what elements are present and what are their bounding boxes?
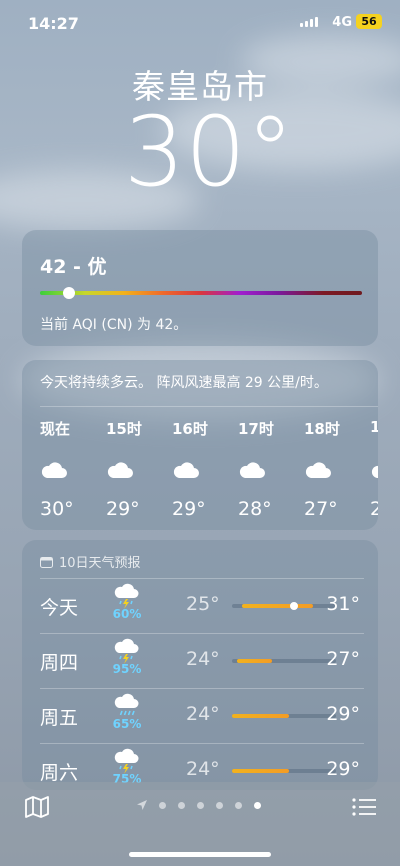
cloud-icon — [172, 440, 200, 498]
hour-label: 18时 — [304, 420, 340, 438]
daily-header: 10日天气预报 — [40, 552, 141, 571]
calendar-icon — [40, 556, 53, 568]
precip-chance: 95% — [112, 662, 142, 676]
temp-range-bar — [232, 769, 336, 773]
hour-item: 19 2 — [370, 418, 378, 520]
hour-item: 16时 29° — [172, 418, 238, 520]
hourly-forecast-card[interactable]: 今天将持续多云。 阵风风速最高 29 公里/时。 现在 30° 15时 29° … — [22, 360, 378, 530]
cloud-icon — [238, 440, 266, 498]
day-high: 29° — [326, 703, 360, 725]
aqi-scale-bar — [40, 291, 362, 295]
day-low: 24° — [186, 758, 220, 780]
hour-item: 18时 27° — [304, 418, 370, 520]
hour-temperature: 2 — [370, 498, 378, 520]
bottom-toolbar — [0, 782, 400, 866]
precip-chance: 65% — [112, 717, 142, 731]
precip-chance: 60% — [112, 607, 142, 621]
temp-range-bar — [232, 602, 336, 610]
hour-label: 17时 — [238, 420, 274, 438]
day-name: 周五 — [40, 707, 79, 729]
page-dot[interactable] — [178, 801, 185, 809]
hour-label: 15时 — [106, 420, 142, 438]
day-row[interactable]: 周五 65% 24° 29° — [22, 689, 378, 743]
aqi-value: 42 - 优 — [40, 256, 107, 278]
day-low: 25° — [186, 593, 220, 615]
hour-temperature: 29° — [106, 498, 140, 520]
page-dot[interactable] — [235, 801, 242, 809]
battery-icon: 56 — [356, 14, 382, 29]
day-name: 今天 — [40, 597, 79, 619]
daily-forecast-card[interactable]: 10日天气预报 今天 60% 25° 31° 周四 95% 24° 27° 周五… — [22, 540, 378, 790]
page-dot[interactable] — [197, 801, 204, 809]
temp-range-fill — [237, 659, 272, 663]
cloud-icon — [40, 440, 68, 498]
hour-item: 17时 28° — [238, 418, 304, 520]
location-arrow-icon — [137, 800, 147, 810]
temp-range-bar — [232, 659, 336, 663]
page-dot[interactable] — [159, 801, 166, 809]
page-dot[interactable] — [254, 801, 261, 809]
hourly-summary: 今天将持续多云。 阵风风速最高 29 公里/时。 — [40, 375, 328, 391]
status-time: 14:27 — [28, 14, 79, 33]
hour-label: 现在 — [40, 420, 71, 438]
day-name: 周四 — [40, 652, 79, 674]
map-icon[interactable] — [24, 796, 50, 818]
divider — [40, 406, 378, 407]
cloud-icon — [106, 440, 134, 498]
home-indicator — [129, 852, 271, 857]
hour-label: 19 — [370, 418, 378, 436]
current-temperature: 30° — [123, 96, 295, 208]
battery-level: 56 — [361, 15, 377, 28]
page-dot[interactable] — [216, 801, 223, 809]
hour-temperature: 27° — [304, 498, 338, 520]
cloud-icon — [304, 440, 332, 498]
hour-temperature: 30° — [40, 498, 74, 520]
temp-range-bar — [232, 714, 336, 718]
daily-header-label: 10日天气预报 — [59, 556, 141, 571]
hour-temperature: 29° — [172, 498, 206, 520]
aqi-indicator — [62, 287, 75, 299]
aqi-description: 当前 AQI (CN) 为 42。 — [40, 317, 188, 333]
hour-temperature: 28° — [238, 498, 272, 520]
current-temp-marker — [290, 602, 299, 610]
cellular-signal-icon — [300, 17, 318, 27]
day-row[interactable]: 今天 60% 25° 31° — [22, 579, 378, 633]
day-high: 27° — [326, 648, 360, 670]
cloud-icon — [370, 440, 378, 498]
list-icon[interactable] — [352, 798, 376, 816]
hour-item: 15时 29° — [106, 418, 172, 520]
page-indicator[interactable] — [137, 800, 261, 810]
day-name: 周六 — [40, 762, 79, 784]
day-high: 31° — [326, 593, 360, 615]
temp-range-fill — [242, 604, 314, 608]
network-type: 4G — [332, 15, 352, 30]
day-low: 24° — [186, 648, 220, 670]
status-bar: 14:27 4G 56 — [0, 0, 400, 46]
temp-range-fill — [232, 769, 290, 773]
hour-label: 16时 — [172, 420, 208, 438]
hourly-list[interactable]: 现在 30° 15时 29° 16时 29° 17时 28° 18时 27° 1… — [40, 418, 378, 520]
day-low: 24° — [186, 703, 220, 725]
temp-range-fill — [232, 714, 290, 718]
hour-item: 现在 30° — [40, 418, 106, 520]
day-row[interactable]: 周四 95% 24° 27° — [22, 634, 378, 688]
aqi-card[interactable]: 42 - 优 当前 AQI (CN) 为 42。 — [22, 230, 378, 346]
day-high: 29° — [326, 758, 360, 780]
